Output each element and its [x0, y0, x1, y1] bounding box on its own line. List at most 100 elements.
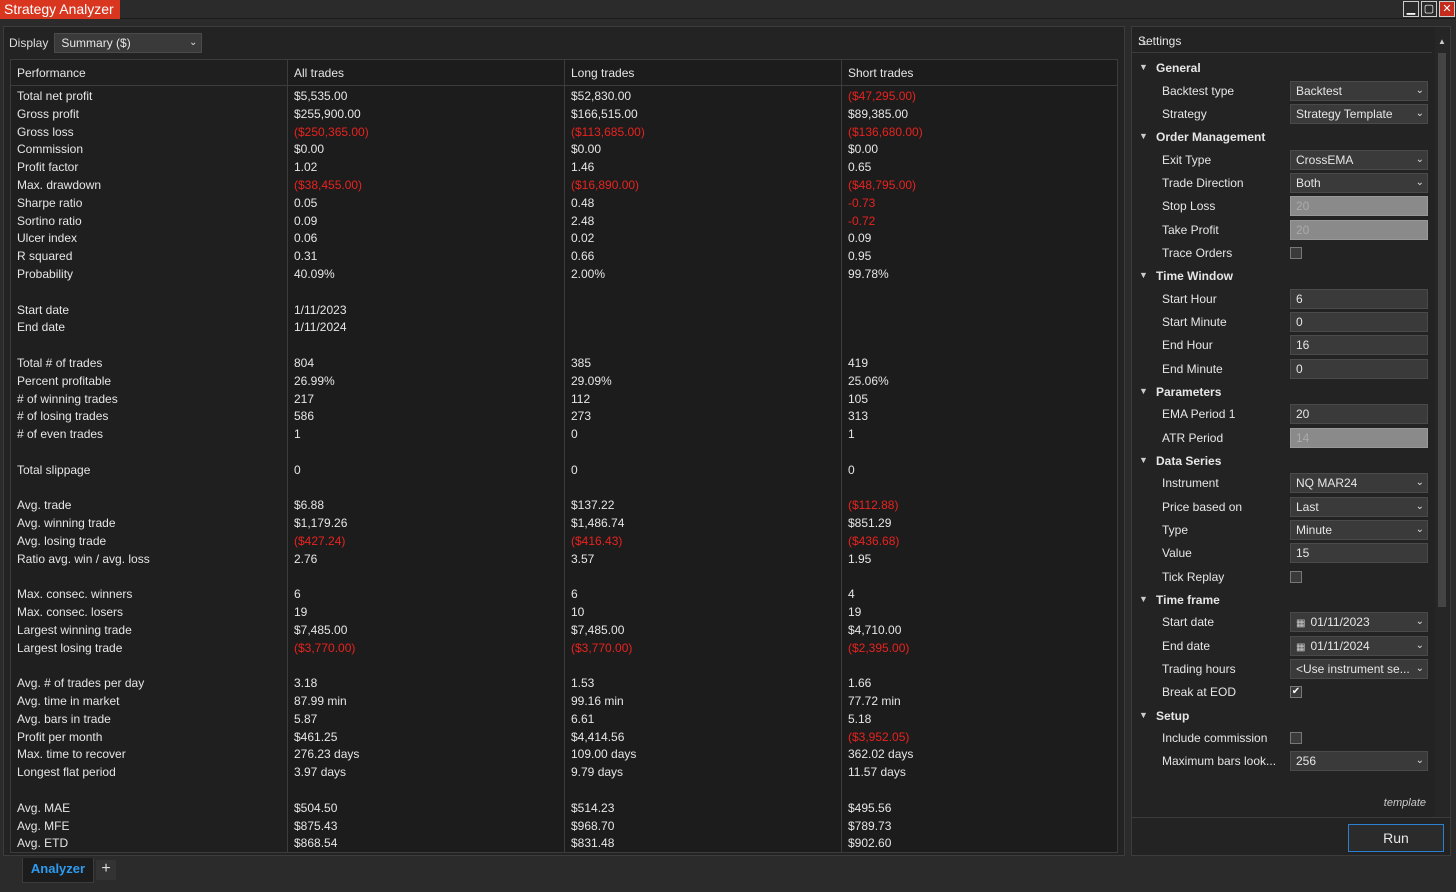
short-trades-value: -0.73	[848, 195, 876, 210]
header-long-trades[interactable]: Long trades	[571, 66, 634, 80]
table-row: Max. drawdown ($38,455.00) ($16,890.00) ($4…	[11, 177, 1117, 195]
metric-label: Probability	[17, 266, 74, 281]
category-setup: ▼ Setup	[1132, 705, 1432, 727]
add-tab-icon[interactable]: +	[96, 860, 116, 880]
collapse-triangle-icon[interactable]: ▼	[1139, 386, 1148, 396]
property-label: Strategy	[1162, 106, 1207, 121]
property-atr-period: ATR Period 14	[1132, 427, 1432, 449]
all-trades-value: 87.99 min	[294, 694, 347, 709]
all-trades-value: 0	[294, 462, 301, 477]
long-trades-value: $4,414.56	[571, 729, 625, 744]
metric-label: Ulcer index	[17, 231, 78, 246]
table-row: Profit per month $461.25 $4,414.56 ($3,952.…	[11, 729, 1117, 747]
tab-strip: Analyzer +	[0, 858, 1456, 892]
checkbox[interactable]	[1290, 732, 1302, 745]
maximize-icon[interactable]: ▢	[1421, 1, 1437, 17]
table-row: Avg. time in market 87.99 min 99.16 min 77.…	[11, 693, 1117, 711]
property-select[interactable]: NQ MAR24 ⌄	[1290, 473, 1428, 494]
property-select[interactable]: Last ⌄	[1290, 496, 1428, 517]
metric-label: Gross loss	[17, 124, 74, 139]
long-trades-value: $831.48	[571, 836, 615, 851]
metric-label: Avg. winning trade	[17, 516, 116, 531]
property-type: Type Minute ⌄	[1132, 519, 1432, 541]
checkbox[interactable]	[1290, 246, 1302, 259]
all-trades-value: 0.05	[294, 195, 318, 210]
settings-scrollbar[interactable]: ▲	[1435, 27, 1449, 817]
metric-label: Percent profitable	[17, 373, 112, 388]
property-label: Take Profit	[1162, 222, 1219, 237]
all-trades-value: 1/11/2024	[294, 320, 347, 335]
property-value: NQ MAR24	[1296, 476, 1358, 491]
scroll-up-icon[interactable]: ▲	[1438, 37, 1446, 46]
short-trades-value: $0.00	[848, 142, 879, 157]
all-trades-value: ($38,455.00)	[294, 177, 363, 192]
display-row: Display Summary ($) ⌄	[9, 33, 203, 53]
table-row: Avg. trade $6.88 $137.22 ($112.88)	[11, 497, 1117, 515]
property-label: End Hour	[1162, 338, 1213, 353]
property-input[interactable]: 6	[1290, 288, 1428, 309]
collapse-triangle-icon[interactable]: ▼	[1139, 270, 1148, 280]
table-row: Total net profit $5,535.00 $52,830.00 ($47,…	[11, 88, 1117, 106]
display-select[interactable]: Summary ($) ⌄	[54, 33, 203, 53]
metric-label: Avg. MFE	[17, 818, 70, 833]
property-input[interactable]: 0	[1290, 311, 1428, 332]
short-trades-value: $851.29	[848, 516, 892, 531]
header-all-trades[interactable]: All trades	[294, 66, 344, 80]
table-row: Gross loss ($250,365.00) ($113,685.00) ($13…	[11, 124, 1117, 142]
long-trades-value: 0.02	[571, 231, 595, 246]
metric-label: End date	[17, 320, 66, 335]
short-trades-value: 0.95	[848, 249, 872, 264]
run-button[interactable]: Run	[1348, 824, 1444, 852]
property-select[interactable]: 256 ⌄	[1290, 751, 1428, 772]
metric-label: Sortino ratio	[17, 213, 82, 228]
long-trades-value: ($113,685.00)	[571, 124, 645, 139]
chevron-down-icon: ⌄	[1415, 107, 1424, 119]
collapse-triangle-icon[interactable]: ▼	[1139, 62, 1148, 72]
tab-analyzer[interactable]: Analyzer	[22, 858, 94, 883]
property-label: Break at EOD	[1162, 685, 1237, 700]
category-time-window: ▼ Time Window	[1132, 265, 1432, 287]
property-label: End Minute	[1162, 361, 1223, 376]
all-trades-value: 26.99%	[294, 373, 335, 388]
table-row: # of winning trades 217 112 105	[11, 391, 1117, 409]
scroll-thumb[interactable]	[1438, 53, 1446, 607]
property-select[interactable]: CrossEMA ⌄	[1290, 149, 1428, 170]
pin-icon[interactable]: ⊥	[1138, 34, 1148, 48]
table-row: Probability 40.09% 2.00% 99.78%	[11, 266, 1117, 284]
collapse-triangle-icon[interactable]: ▼	[1139, 131, 1148, 141]
metric-label: Avg. time in market	[17, 694, 120, 709]
property-start-date: Start date ▦ 01/11/2023 ⌄	[1132, 611, 1432, 633]
property-input[interactable]: 15	[1290, 543, 1428, 564]
property-input[interactable]: 16	[1290, 335, 1428, 356]
property-start-minute: Start Minute 0	[1132, 311, 1432, 333]
property-select[interactable]: Minute ⌄	[1290, 520, 1428, 540]
header-performance[interactable]: Performance	[17, 66, 86, 80]
property-select[interactable]: Backtest ⌄	[1290, 80, 1428, 101]
collapse-triangle-icon[interactable]: ▼	[1139, 455, 1148, 465]
checkbox[interactable]: ✔	[1290, 686, 1302, 699]
close-icon[interactable]: ✕	[1439, 1, 1455, 17]
all-trades-value: $504.50	[294, 800, 338, 815]
date-picker[interactable]: ▦ 01/11/2023 ⌄	[1290, 612, 1428, 633]
date-picker[interactable]: ▦ 01/11/2024 ⌄	[1290, 635, 1428, 656]
property-select[interactable]: Both ⌄	[1290, 172, 1428, 193]
property-value: Last	[1296, 499, 1319, 514]
collapse-triangle-icon[interactable]: ▼	[1139, 710, 1148, 720]
header-short-trades[interactable]: Short trades	[848, 66, 913, 80]
table-row: Sortino ratio 0.09 2.48 -0.72	[11, 213, 1117, 231]
property-select[interactable]: <Use instrument se... ⌄	[1290, 659, 1428, 679]
long-trades-value: 6.61	[571, 711, 595, 726]
minimize-icon[interactable]: ▁	[1403, 1, 1419, 17]
property-input-disabled: 14	[1290, 427, 1428, 448]
property-input[interactable]: 20	[1290, 404, 1428, 425]
short-trades-value: ($436.68)	[848, 533, 900, 548]
short-trades-value: $89,385.00	[848, 106, 909, 121]
short-trades-value: 313	[848, 409, 869, 424]
checkbox[interactable]	[1290, 570, 1302, 583]
property-value: Value 15	[1132, 542, 1432, 564]
property-label: Value	[1162, 546, 1192, 561]
collapse-triangle-icon[interactable]: ▼	[1139, 594, 1148, 604]
short-trades-value: ($48,795.00)	[848, 177, 917, 192]
property-select[interactable]: Strategy Template ⌄	[1290, 103, 1428, 124]
property-input[interactable]: 0	[1290, 358, 1428, 379]
